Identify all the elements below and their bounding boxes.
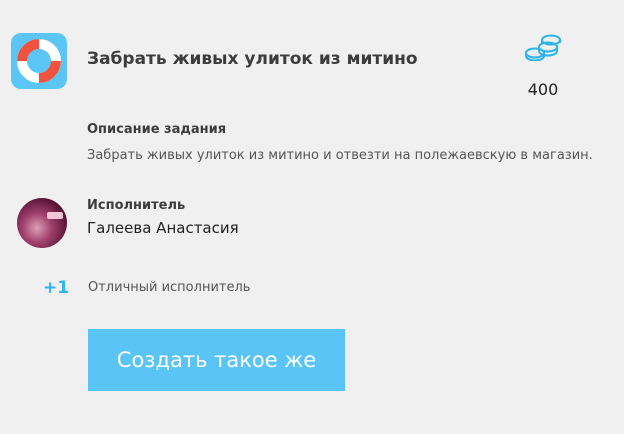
description-text: Забрать живых улиток из митино и отвезти…: [87, 148, 593, 163]
create-similar-button[interactable]: Создать такое же: [88, 329, 345, 391]
task-title: Забрать живых улиток из митино: [87, 49, 418, 69]
rating-score: +1: [43, 278, 70, 298]
reward-amount: 400: [527, 80, 559, 99]
avatar-badge: [47, 212, 63, 219]
coins-icon: [524, 33, 564, 62]
performer-name[interactable]: Галеева Анастасия: [87, 219, 239, 237]
rating-text: Отличный исполнитель: [88, 280, 251, 295]
avatar[interactable]: [17, 198, 67, 248]
performer-heading: Исполнитель: [87, 198, 186, 213]
description-heading: Описание задания: [87, 122, 227, 137]
lifebuoy-icon: [11, 33, 67, 89]
